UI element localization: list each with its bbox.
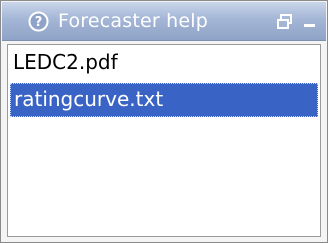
minimize-icon[interactable] bbox=[300, 12, 320, 32]
svg-text:?: ? bbox=[35, 15, 43, 30]
help-file-list[interactable]: LEDC2.pdf ratingcurve.txt bbox=[7, 44, 321, 237]
panel-titlebar[interactable]: ? Forecaster help bbox=[2, 2, 326, 41]
restore-window-icon[interactable] bbox=[275, 12, 295, 32]
help-circle-icon: ? bbox=[28, 11, 49, 32]
list-item-label: ratingcurve.txt bbox=[14, 87, 164, 111]
list-item-label: LEDC2.pdf bbox=[13, 50, 118, 74]
list-item-selected[interactable]: ratingcurve.txt bbox=[10, 83, 318, 117]
forecaster-help-panel: ? Forecaster help LEDC2.pdf ratingcurve.… bbox=[0, 0, 328, 243]
panel-title: Forecaster help bbox=[58, 10, 209, 32]
list-item[interactable]: LEDC2.pdf bbox=[10, 47, 318, 81]
